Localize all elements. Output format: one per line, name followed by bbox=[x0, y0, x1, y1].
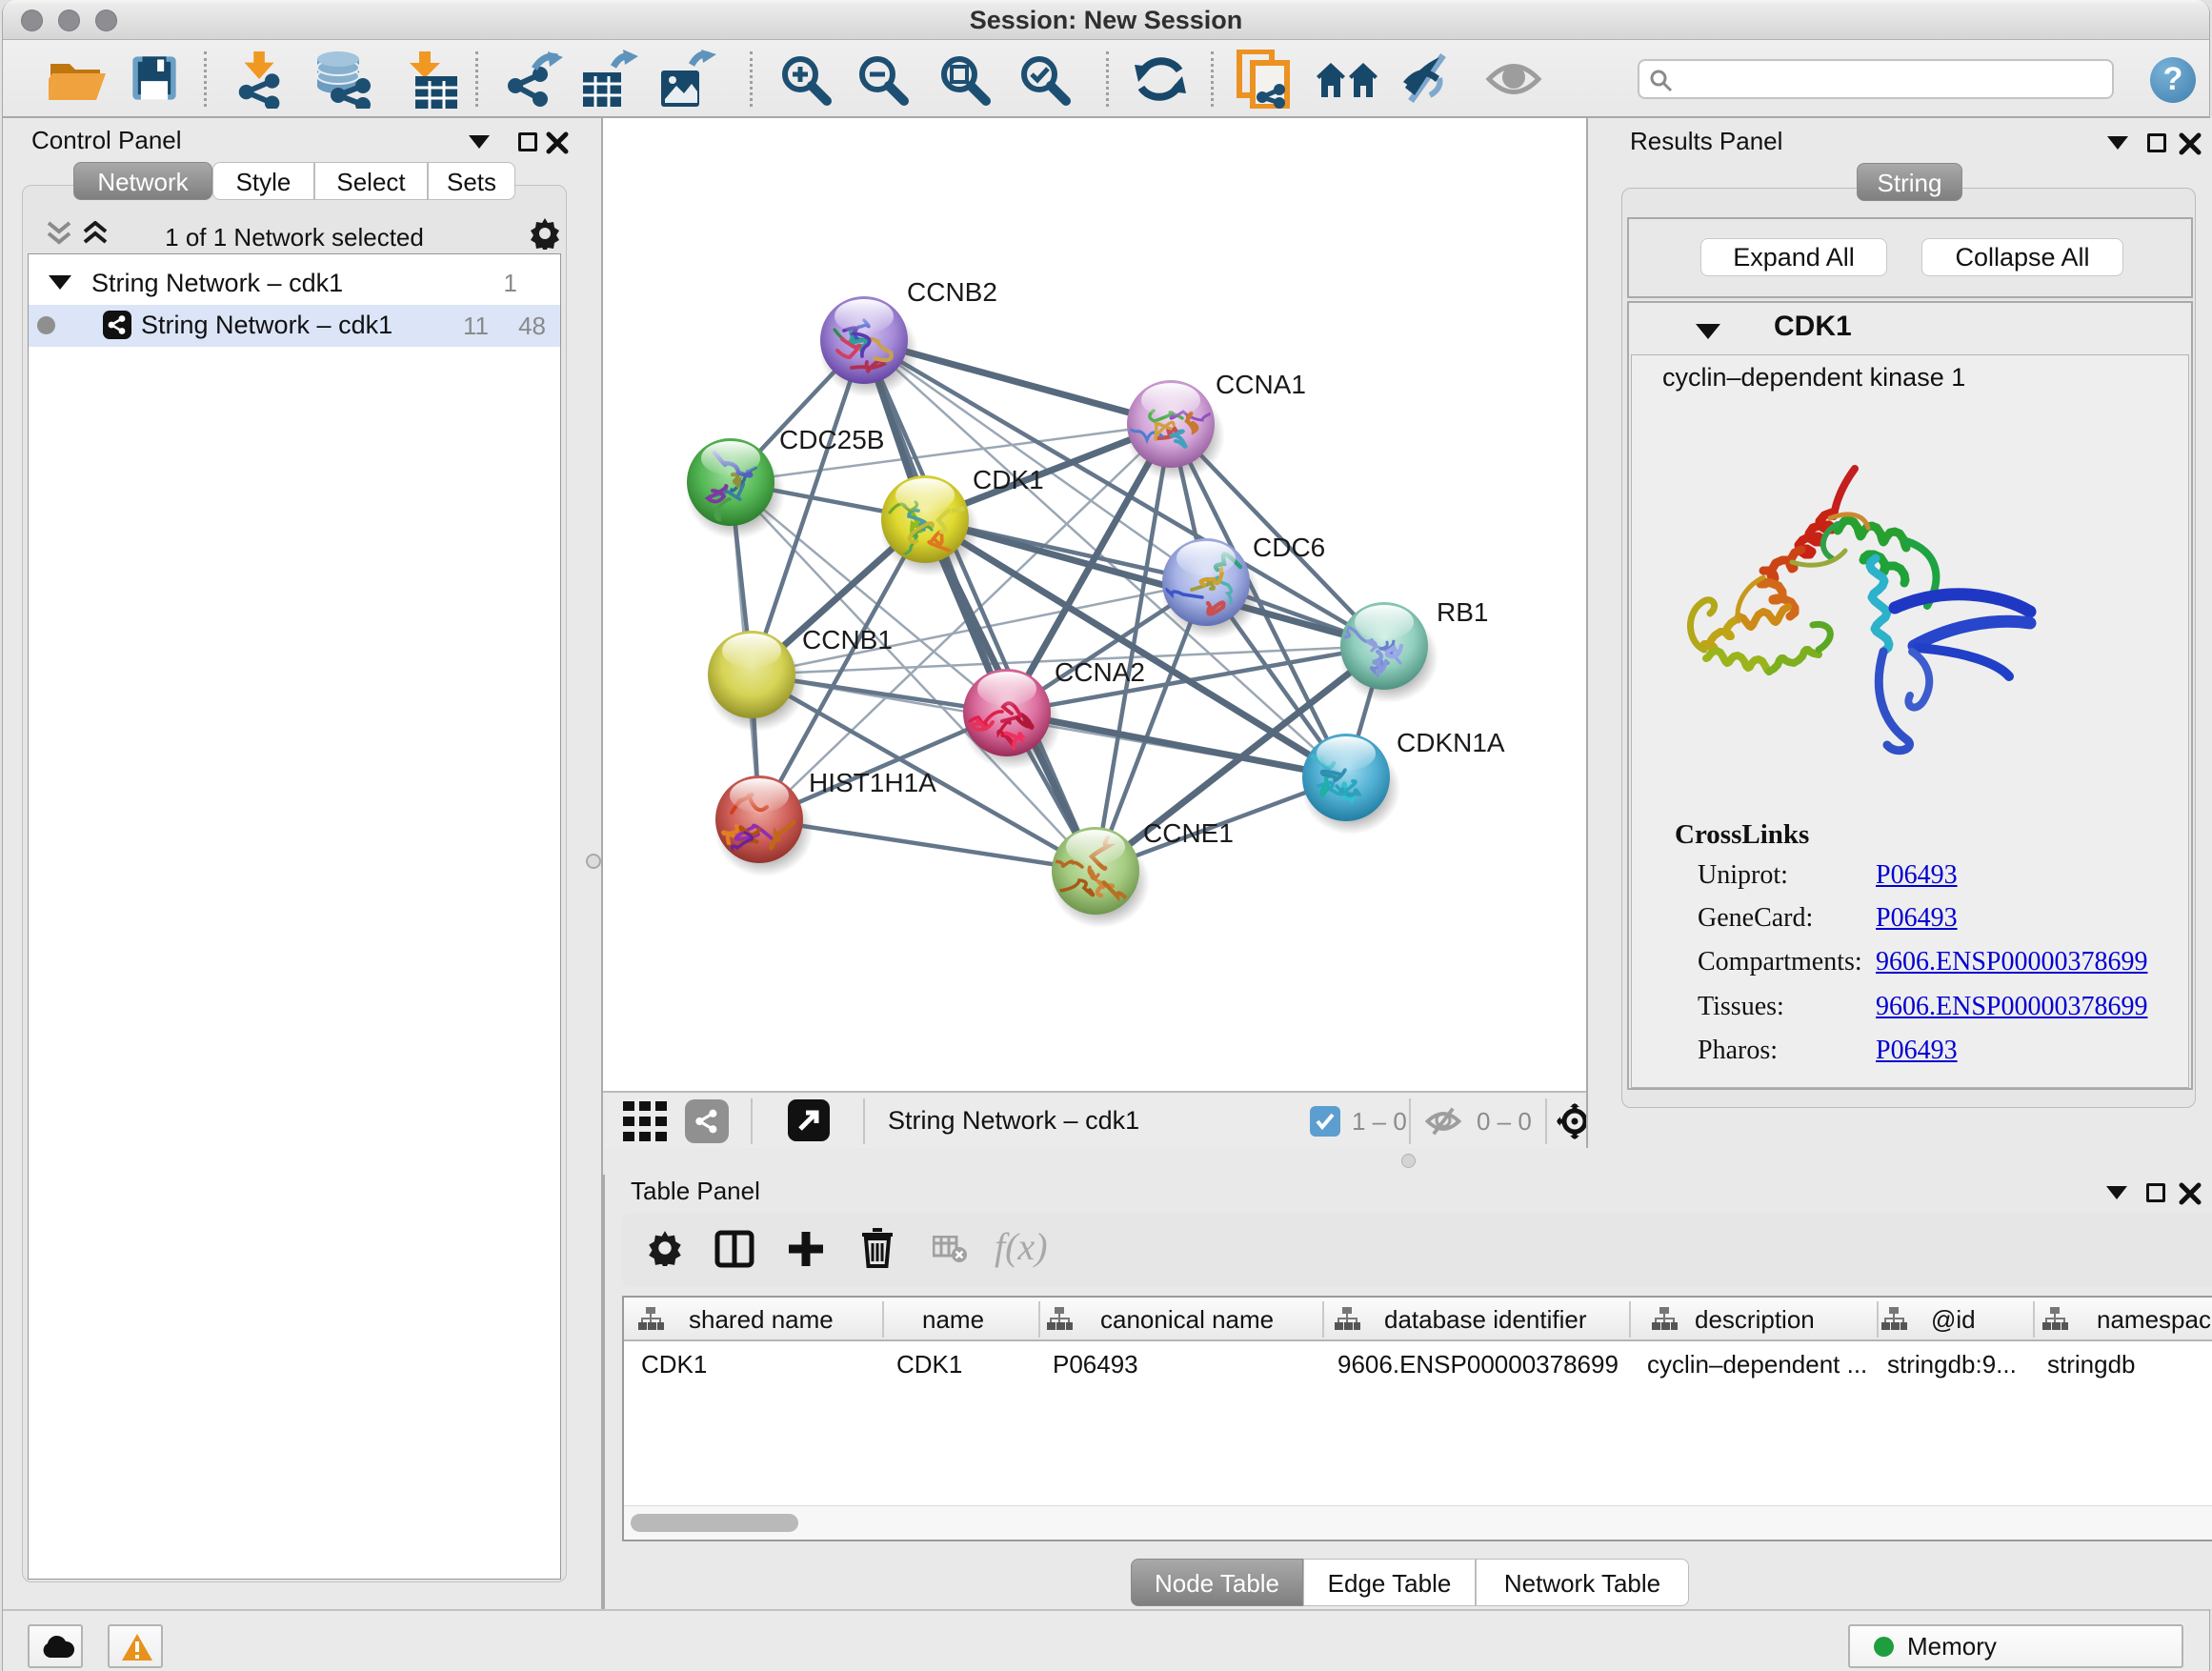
svg-text:CCNB2: CCNB2 bbox=[907, 277, 997, 307]
svg-text:CDK1: CDK1 bbox=[973, 465, 1044, 494]
svg-text:RB1: RB1 bbox=[1437, 597, 1488, 627]
svg-text:CCNA1: CCNA1 bbox=[1216, 370, 1306, 399]
svg-text:HIST1H1A: HIST1H1A bbox=[809, 768, 936, 797]
svg-text:CCNE1: CCNE1 bbox=[1143, 818, 1234, 848]
svg-text:CCNB1: CCNB1 bbox=[802, 625, 893, 654]
svg-text:CDKN1A: CDKN1A bbox=[1397, 728, 1505, 757]
svg-text:CDC25B: CDC25B bbox=[779, 425, 884, 454]
svg-text:CDC6: CDC6 bbox=[1253, 533, 1325, 562]
svg-text:CCNA2: CCNA2 bbox=[1055, 657, 1145, 687]
